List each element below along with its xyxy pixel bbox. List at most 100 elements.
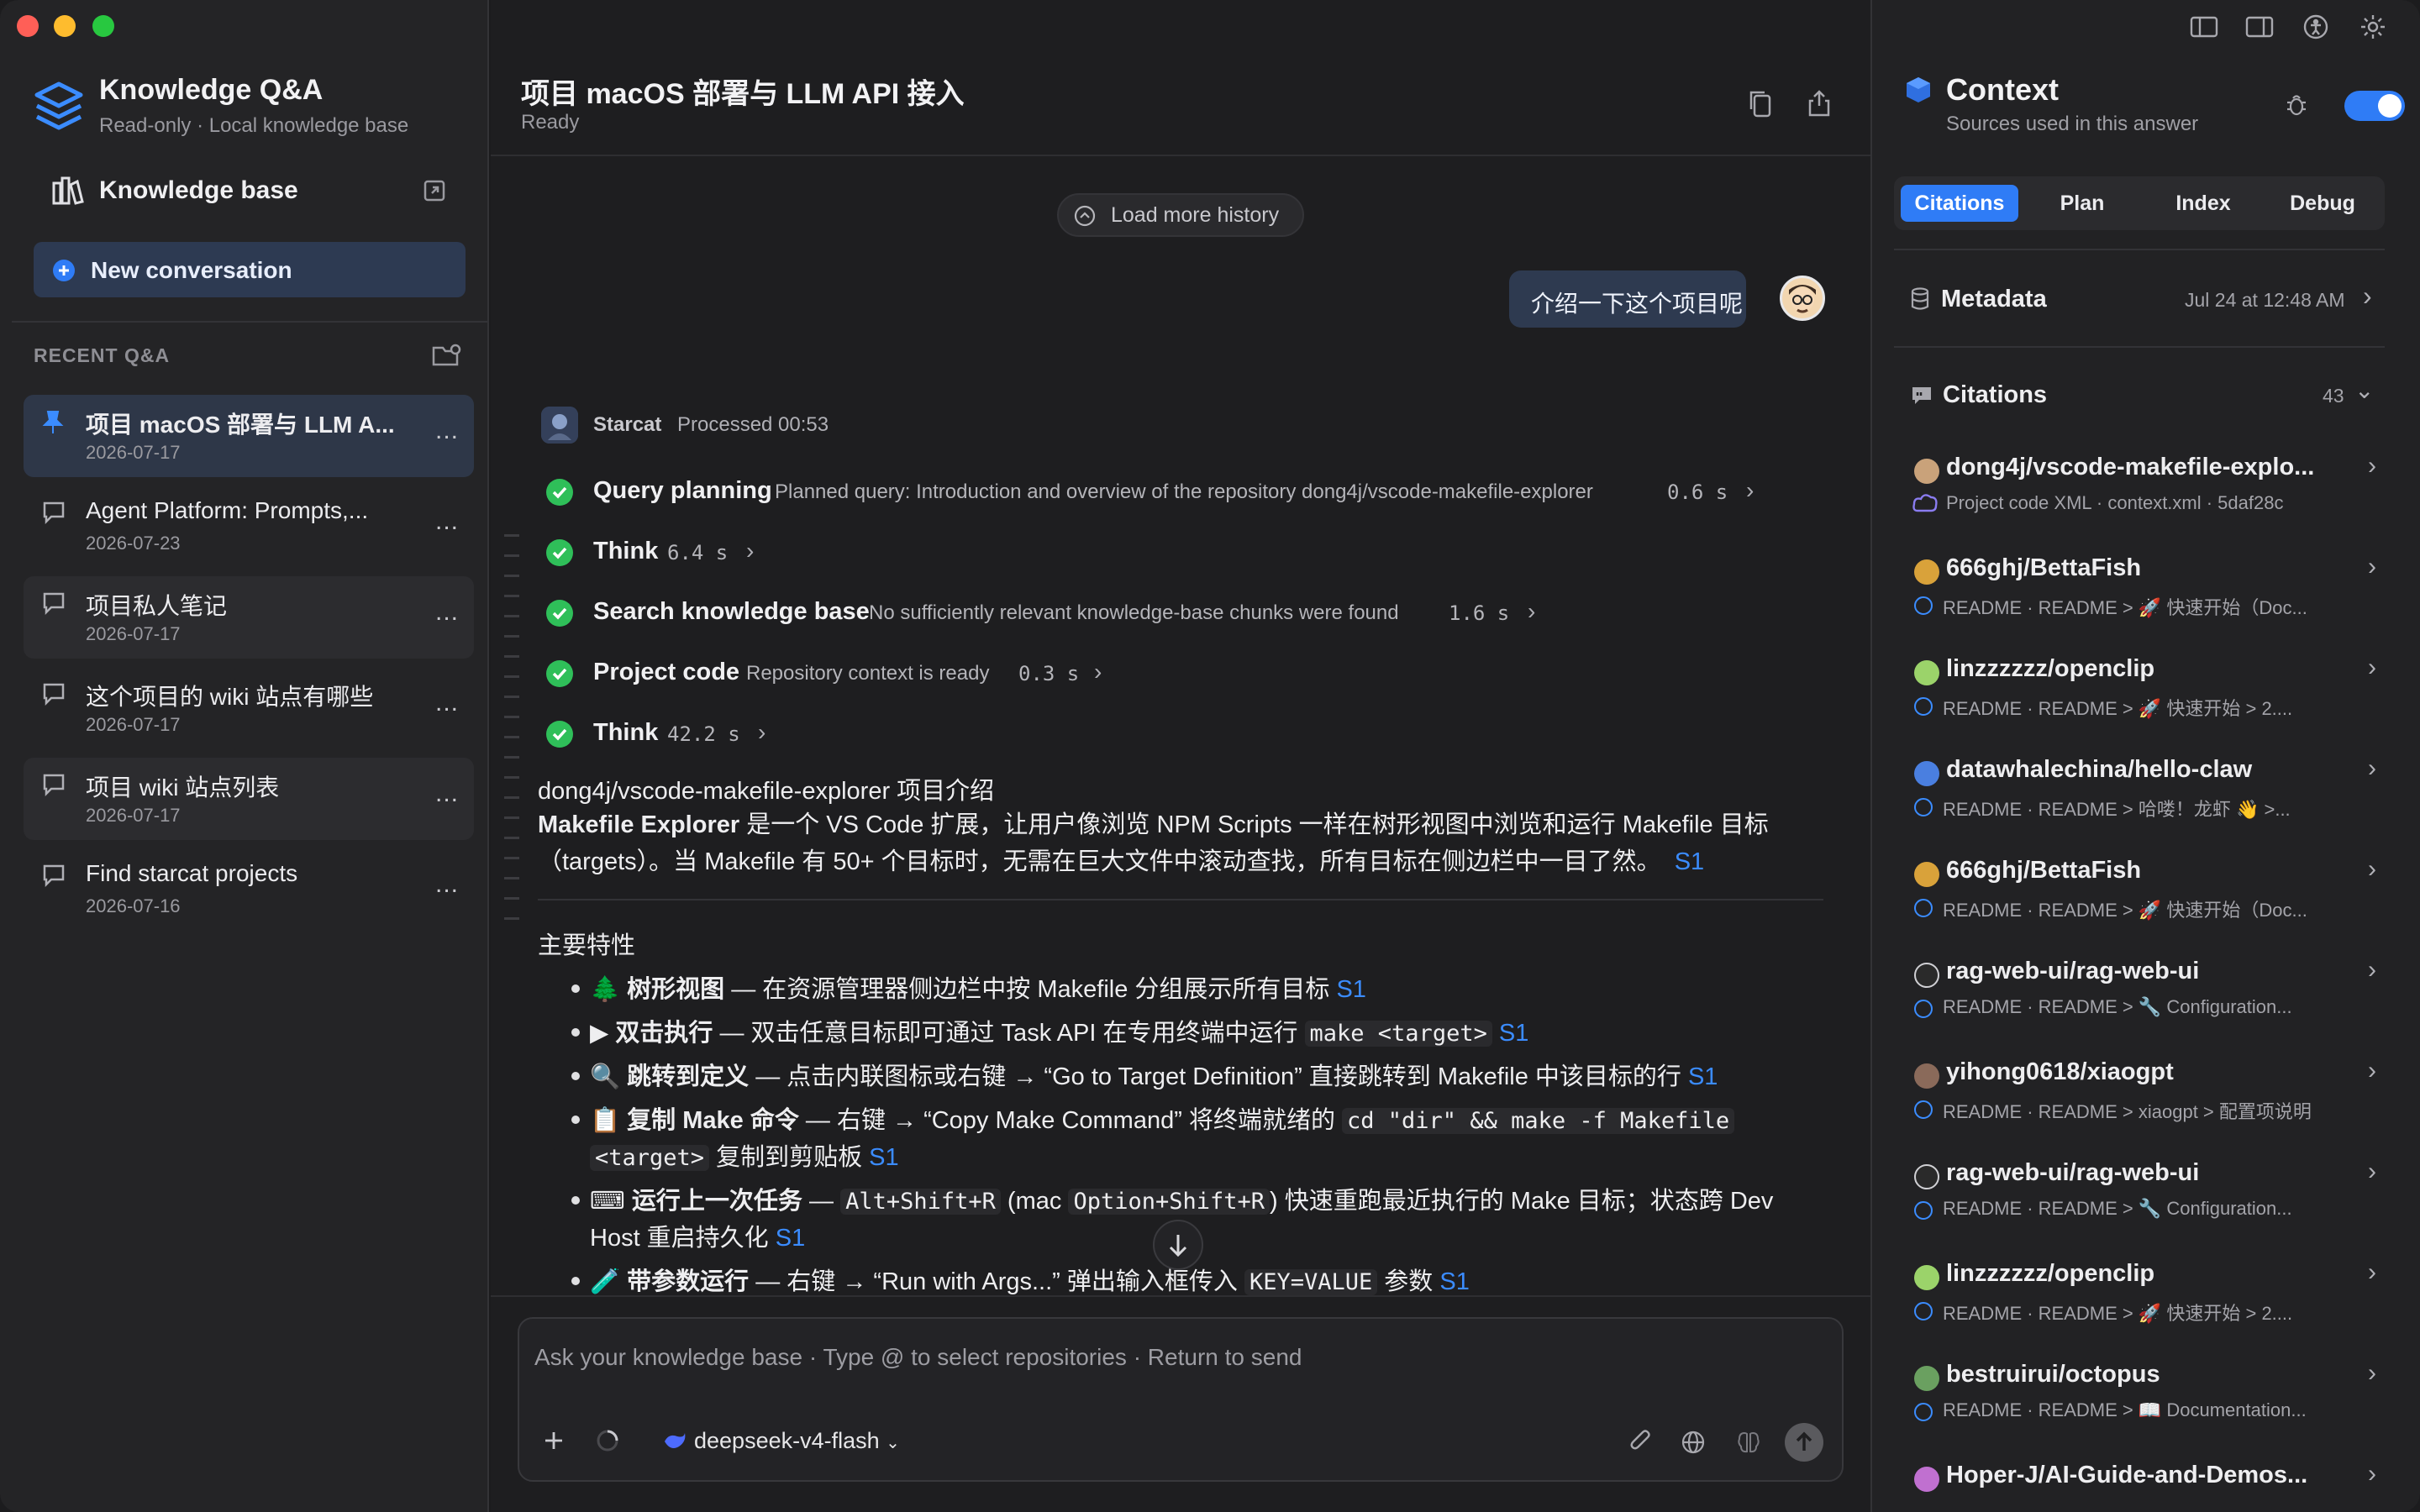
tab-debug[interactable]: Debug (2265, 185, 2380, 222)
citation-card[interactable]: 666ghj/BettaFish README · README > 🚀 快速开… (1894, 544, 2388, 645)
citations-header[interactable]: Citations 43 ⌄ (1896, 373, 2383, 420)
feature-title: 带参数运行 (627, 1268, 750, 1295)
conversation-title: 项目 macOS 部署与 LLM A... (86, 412, 395, 438)
citation-link[interactable]: S1 (1336, 976, 1365, 1003)
citation-card[interactable]: rag-web-ui/rag-web-ui README · README > … (1894, 1149, 2388, 1250)
citation-card[interactable]: dong4j/vscode-makefile-explo... Project … (1894, 444, 2388, 544)
tab-plan[interactable]: Plan (2023, 185, 2141, 222)
citation-card[interactable]: linzzzzzz/openclip README · README > 🚀 快… (1894, 645, 2388, 746)
conversation-item[interactable]: 项目 wiki 站点列表 2026-07-17 ... (24, 758, 474, 840)
process-step-search-knowledge-base[interactable]: Search knowledge base No sufficiently re… (546, 596, 1555, 630)
citation-link[interactable]: S1 (1499, 1020, 1528, 1047)
citation-source: README · README > 🚀 快速开始（Doc... (1943, 597, 2307, 618)
debug-toggle[interactable] (2344, 91, 2405, 121)
citation-link[interactable]: S1 (1675, 848, 1704, 875)
more-options-icon[interactable]: ... (435, 780, 459, 808)
open-external-icon[interactable] (424, 180, 445, 202)
xml-badge-icon (1912, 492, 1938, 514)
citation-card[interactable]: Hoper-J/AI-Guide-and-Demos... › (1894, 1452, 2388, 1502)
paperclip-icon[interactable] (1628, 1428, 1654, 1455)
conversation-item[interactable]: 项目私人笔记 2026-07-17 ... (24, 576, 474, 659)
composer-divider (491, 1295, 1870, 1297)
more-options-icon[interactable]: ... (435, 507, 459, 536)
citation-card[interactable]: yihong0618/xiaogpt README · README > xia… (1894, 1048, 2388, 1149)
feature-text: 复制到剪贴板 (709, 1144, 863, 1171)
citations-count: 43 (2323, 385, 2344, 407)
copy-icon[interactable] (1748, 89, 1773, 118)
message-input[interactable]: Ask your knowledge base · Type @ to sele… (534, 1344, 1302, 1371)
citation-card[interactable]: 666ghj/BettaFish README · README > 🚀 快速开… (1894, 847, 2388, 948)
citation-title: rag-web-ui/rag-web-ui (1946, 1159, 2200, 1186)
chevron-right-icon: › (2368, 452, 2376, 480)
repo-avatar-icon (1914, 1467, 1939, 1492)
toggle-sidebar-icon[interactable] (2190, 15, 2218, 39)
process-step-project-code[interactable]: Project code Repository context is ready… (546, 657, 1134, 690)
step-title: Think (593, 719, 659, 746)
step-title: Project code (593, 659, 740, 685)
citation-link[interactable]: S1 (776, 1225, 805, 1252)
brain-icon[interactable] (1736, 1430, 1761, 1455)
toggle-inspector-icon[interactable] (2245, 15, 2274, 39)
process-step-query-planning[interactable]: Query planning Planned query: Introducti… (546, 475, 1765, 509)
load-more-history-label: Load more history (1111, 203, 1280, 227)
zoom-window-button[interactable] (92, 15, 114, 37)
conversation-item[interactable]: Agent Platform: Prompts,... 2026-07-23 .… (24, 486, 474, 568)
accessibility-icon[interactable] (2302, 13, 2329, 40)
citation-link[interactable]: S1 (1688, 1063, 1718, 1090)
model-selector[interactable]: deepseek-v4-flash ⌄ (694, 1428, 900, 1454)
process-step-think[interactable]: Think 42.2 s › (546, 717, 781, 751)
send-button[interactable] (1785, 1423, 1823, 1462)
inline-code: Option+Shift+R (1068, 1189, 1270, 1215)
add-attachment-icon[interactable] (543, 1430, 565, 1452)
more-options-icon[interactable]: ... (435, 417, 459, 445)
citation-card[interactable]: datawhalechina/hello-claw README · READM… (1894, 746, 2388, 847)
inline-code: make <target> (1304, 1021, 1492, 1047)
citation-source: README · README > 🚀 快速开始 > 2.... (1943, 698, 2293, 719)
list-bullet (571, 1072, 580, 1080)
minimize-window-button[interactable] (54, 15, 76, 37)
citations-label: Citations (1943, 381, 2048, 408)
settings-gear-icon[interactable] (2360, 13, 2386, 40)
features-heading: 主要特性 (538, 932, 636, 959)
answer-heading: dong4j/vscode-makefile-explorer 项目介绍 (538, 778, 995, 805)
citation-card[interactable]: rag-web-ui/rag-web-ui README · README > … (1894, 948, 2388, 1048)
chevron-right-icon: › (2368, 1460, 2376, 1488)
chevron-right-icon: › (2368, 553, 2376, 580)
chevron-right-icon: › (746, 538, 755, 564)
more-options-icon[interactable]: ... (435, 598, 459, 627)
knowledge-base-link[interactable]: Knowledge base (99, 176, 298, 205)
globe-icon[interactable] (1681, 1430, 1706, 1455)
timeline-rail-mark (504, 756, 519, 759)
citation-card[interactable]: linzzzzzz/openclip README · README > 🚀 快… (1894, 1250, 2388, 1351)
citation-title: Hoper-J/AI-Guide-and-Demos... (1946, 1462, 2308, 1488)
close-window-button[interactable] (17, 15, 39, 37)
tab-citations[interactable]: Citations (1901, 185, 2018, 222)
timeline-rail-mark (504, 816, 519, 819)
user-avatar (1780, 276, 1825, 321)
process-step-think[interactable]: Think 6.4 s › (546, 536, 765, 570)
metadata-row[interactable]: Metadata Jul 24 at 12:48 AM › (1896, 272, 2383, 328)
conversation-item[interactable]: Find starcat projects 2026-07-16 ... (24, 848, 474, 931)
timeline-rail-mark (504, 877, 519, 879)
step-time: 6.4 s (667, 541, 729, 564)
play-icon: ▶ (590, 1020, 609, 1047)
scroll-to-bottom-button[interactable] (1153, 1220, 1203, 1270)
share-icon[interactable] (1807, 89, 1832, 118)
more-options-icon[interactable]: ... (435, 870, 459, 899)
chat-bubble-icon (42, 682, 66, 710)
citation-source: README · README > 📖 Documentation... (1943, 1399, 2307, 1420)
composer-box[interactable] (518, 1317, 1844, 1482)
more-options-icon[interactable]: ... (435, 689, 459, 717)
conversation-item[interactable]: 这个项目的 wiki 站点有哪些 2026-07-17 ... (24, 667, 474, 749)
citation-link[interactable]: S1 (1439, 1268, 1469, 1295)
conversation-item[interactable]: 项目 macOS 部署与 LLM A... 2026-07-17 ... (24, 395, 474, 477)
citation-card[interactable]: bestruirui/octopus README · README > 📖 D… (1894, 1351, 2388, 1452)
chevron-down-icon: ⌄ (886, 1434, 900, 1452)
archive-folder-icon[interactable] (432, 343, 462, 368)
timeline-rail-mark (504, 917, 519, 920)
timeline-rail-mark (504, 635, 519, 638)
timeline-rail-mark (504, 615, 519, 617)
check-circle-icon (546, 479, 573, 506)
citation-link[interactable]: S1 (869, 1144, 898, 1171)
tab-index[interactable]: Index (2144, 185, 2262, 222)
